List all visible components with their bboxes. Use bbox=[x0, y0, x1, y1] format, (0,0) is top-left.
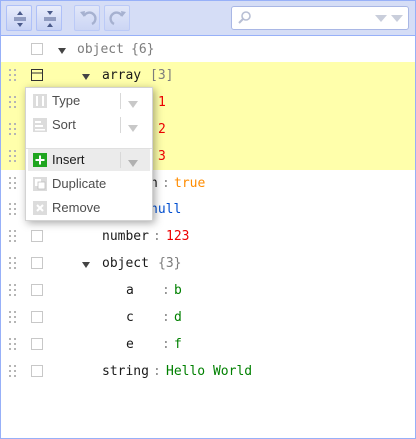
array-item-value[interactable]: 3 bbox=[158, 147, 166, 166]
menu-item-duplicate[interactable]: Duplicate bbox=[28, 173, 150, 195]
menu-item-label: Type bbox=[52, 93, 81, 108]
tree-row-object-field[interactable]: a : b bbox=[1, 277, 415, 304]
menu-item-remove[interactable]: Remove bbox=[28, 197, 150, 219]
drag-handle-icon[interactable] bbox=[8, 95, 18, 109]
menu-item-label: Sort bbox=[52, 117, 76, 132]
tree-row-string[interactable]: string : Hello World bbox=[1, 358, 415, 385]
json-editor: object {6} array [3] 1 2 3 n: true null… bbox=[0, 0, 416, 439]
context-menu-icon[interactable] bbox=[31, 338, 44, 351]
remove-icon bbox=[32, 200, 48, 216]
field-value[interactable]: f bbox=[174, 335, 182, 354]
drag-handle-icon[interactable] bbox=[8, 202, 18, 216]
separator: : bbox=[162, 176, 170, 191]
drag-handle-icon[interactable] bbox=[8, 283, 18, 297]
drag-handle-icon[interactable] bbox=[8, 256, 18, 270]
search-icon bbox=[238, 11, 251, 24]
menu-item-type[interactable]: Type bbox=[28, 90, 150, 112]
array-key: array bbox=[102, 68, 142, 83]
drag-handle-icon[interactable] bbox=[8, 310, 18, 324]
drag-handle-icon[interactable] bbox=[8, 68, 18, 82]
search-next-icon[interactable] bbox=[374, 14, 388, 24]
menubar bbox=[1, 1, 415, 36]
separator: : bbox=[162, 283, 170, 298]
separator: : bbox=[153, 229, 161, 244]
undo-icon bbox=[80, 11, 97, 26]
boolean-value[interactable]: true bbox=[174, 174, 205, 193]
collapse-all-button[interactable] bbox=[36, 5, 62, 31]
type-icon bbox=[32, 93, 48, 109]
drag-handle-icon[interactable] bbox=[8, 176, 18, 190]
drag-handle-icon[interactable] bbox=[8, 149, 18, 163]
tree-row-array[interactable]: array [3] bbox=[1, 62, 415, 89]
search-previous-icon[interactable] bbox=[390, 14, 404, 24]
menu-item-insert[interactable]: Insert bbox=[28, 149, 150, 171]
context-menu-icon[interactable] bbox=[31, 230, 44, 243]
tree-row-object-field[interactable]: c : d bbox=[1, 304, 415, 331]
search-box bbox=[231, 6, 409, 30]
drag-handle-icon[interactable] bbox=[8, 229, 18, 243]
context-menu-icon[interactable] bbox=[31, 43, 44, 56]
tree-row-root[interactable]: object {6} bbox=[1, 36, 415, 63]
expand-triangle-icon[interactable] bbox=[81, 259, 91, 269]
undo-button[interactable] bbox=[74, 5, 100, 31]
drag-handle-icon[interactable] bbox=[8, 364, 18, 378]
context-menu-icon[interactable] bbox=[31, 311, 44, 324]
insert-icon bbox=[32, 152, 48, 168]
tree-row-object-field[interactable]: e : f bbox=[1, 331, 415, 358]
menu-divider bbox=[120, 152, 121, 168]
menu-item-label: Duplicate bbox=[52, 176, 107, 191]
field-key[interactable]: a bbox=[126, 281, 134, 300]
duplicate-icon bbox=[32, 176, 48, 192]
redo-icon bbox=[109, 11, 126, 26]
field-key[interactable]: c bbox=[126, 308, 134, 327]
tree-row-number[interactable]: number : 123 bbox=[1, 223, 415, 250]
expand-triangle-icon[interactable] bbox=[57, 45, 67, 55]
string-key[interactable]: string bbox=[102, 362, 149, 381]
root-count: {6} bbox=[131, 42, 155, 57]
expand-triangle-icon[interactable] bbox=[81, 71, 91, 81]
number-value[interactable]: 123 bbox=[166, 227, 189, 246]
null-value[interactable]: null bbox=[150, 200, 181, 219]
field-key[interactable]: e bbox=[126, 335, 134, 354]
separator: : bbox=[162, 310, 170, 325]
separator: : bbox=[162, 337, 170, 352]
menu-divider bbox=[120, 93, 121, 109]
number-key[interactable]: number bbox=[102, 227, 149, 246]
menu-divider bbox=[120, 117, 121, 133]
menu-item-sort[interactable]: Sort bbox=[28, 114, 150, 136]
object-count: {3} bbox=[158, 256, 182, 271]
menu-item-label: Insert bbox=[52, 152, 85, 167]
field-value[interactable]: b bbox=[174, 281, 182, 300]
string-value[interactable]: Hello World bbox=[166, 362, 252, 381]
array-item-value[interactable]: 2 bbox=[158, 120, 166, 139]
array-count: [3] bbox=[150, 68, 174, 83]
context-menu-icon[interactable] bbox=[31, 257, 44, 270]
root-key: object bbox=[77, 42, 124, 57]
drag-handle-icon[interactable] bbox=[8, 337, 18, 351]
separator: : bbox=[153, 364, 161, 379]
array-item-value[interactable]: 1 bbox=[158, 93, 166, 112]
collapse-all-icon bbox=[44, 11, 56, 27]
chevron-down-icon[interactable] bbox=[128, 121, 138, 136]
expand-all-button[interactable] bbox=[6, 5, 32, 31]
chevron-down-icon[interactable] bbox=[128, 97, 138, 112]
sort-icon bbox=[32, 117, 48, 133]
drag-handle-icon[interactable] bbox=[8, 122, 18, 136]
search-input[interactable] bbox=[254, 9, 364, 27]
context-menu-icon[interactable] bbox=[31, 69, 44, 82]
context-menu-icon[interactable] bbox=[31, 284, 44, 297]
context-menu: Type Sort Insert Duplicate Remove bbox=[25, 87, 153, 221]
field-value[interactable]: d bbox=[174, 308, 182, 327]
expand-all-icon bbox=[14, 11, 26, 27]
object-key[interactable]: object bbox=[102, 254, 149, 273]
menu-item-label: Remove bbox=[52, 200, 101, 215]
context-menu-icon[interactable] bbox=[31, 365, 44, 378]
tree-row-object[interactable]: object {3} bbox=[1, 250, 415, 277]
redo-button[interactable] bbox=[104, 5, 130, 31]
chevron-down-icon[interactable] bbox=[128, 156, 138, 171]
